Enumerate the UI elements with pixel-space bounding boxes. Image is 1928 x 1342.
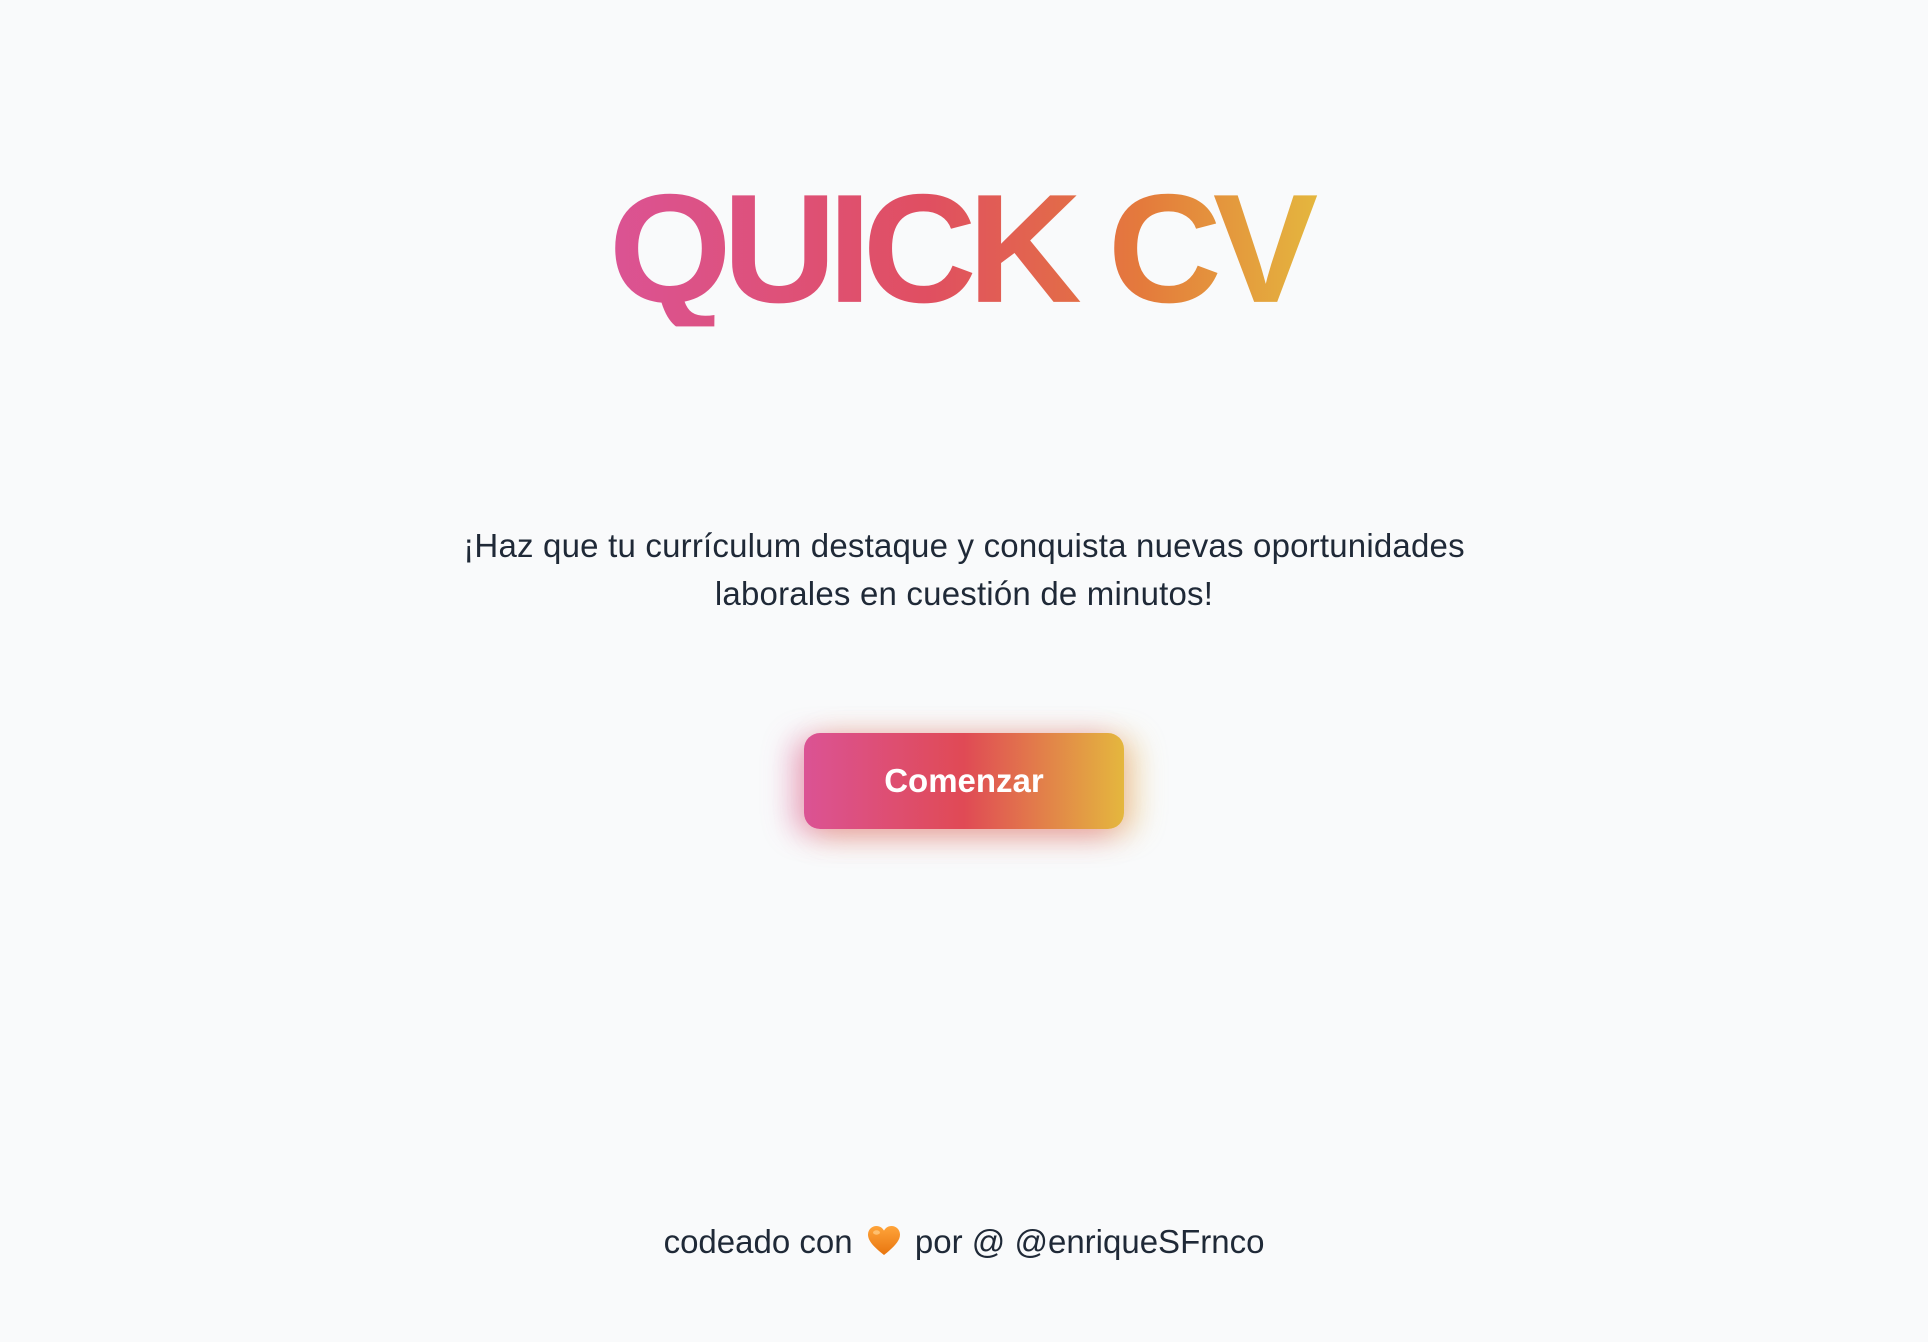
landing-page: QUICK CV ¡Haz que tu currículum destaque…	[0, 0, 1928, 1342]
author-handle-link[interactable]: @enriqueSFrnco	[1014, 1223, 1264, 1260]
start-button[interactable]: Comenzar	[804, 732, 1124, 829]
footer-middle: por	[914, 1223, 963, 1260]
footer-credit: codeado con por @ @enriqueSFrnco	[0, 1223, 1928, 1264]
hero-tagline: ¡Haz que tu currículum destaque y conqui…	[463, 526, 1465, 612]
app-logo-title: QUICK CV	[609, 172, 1320, 327]
orange-heart-icon	[867, 1226, 900, 1264]
footer-at-symbol: @	[971, 1223, 1006, 1260]
cta-container: Comenzar	[804, 732, 1124, 829]
footer-prefix: codeado con	[663, 1223, 853, 1260]
